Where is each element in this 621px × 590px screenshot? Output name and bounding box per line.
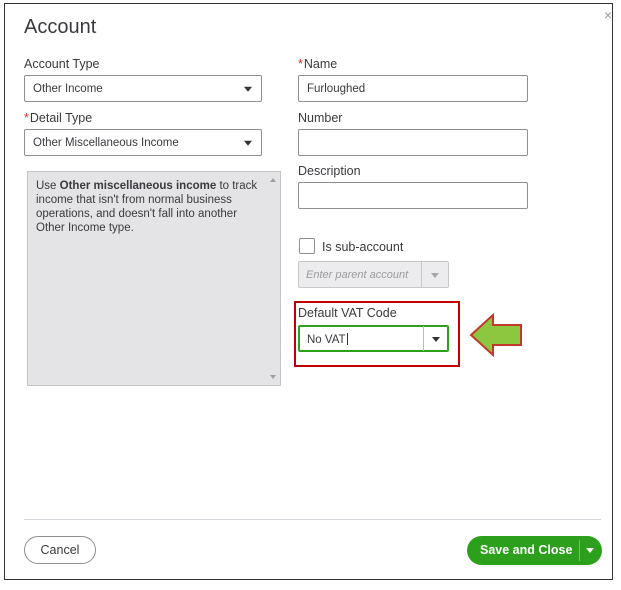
select-divider — [423, 326, 424, 351]
close-icon[interactable]: × — [604, 7, 612, 23]
name-input[interactable]: Furloughed — [298, 75, 528, 102]
detail-type-value: Other Miscellaneous Income — [33, 136, 179, 149]
vat-code-label: Default VAT Code — [298, 306, 397, 320]
chevron-down-icon — [244, 86, 252, 92]
scroll-down-icon[interactable] — [270, 375, 276, 379]
chevron-down-icon[interactable] — [586, 548, 594, 553]
parent-account-placeholder: Enter parent account — [306, 269, 409, 281]
vat-code-text: No VAT — [307, 334, 346, 346]
detail-type-select[interactable]: Other Miscellaneous Income — [24, 129, 262, 156]
detail-type-description: Use Other miscellaneous income to track … — [27, 171, 281, 386]
description-input[interactable] — [298, 182, 528, 209]
account-type-value: Other Income — [33, 82, 103, 95]
description-text: Use — [36, 180, 60, 192]
sub-account-label: Is sub-account — [322, 240, 404, 254]
number-input[interactable] — [298, 129, 528, 156]
vat-code-select[interactable]: No VAT — [298, 325, 449, 352]
sub-account-checkbox[interactable] — [299, 238, 315, 254]
cancel-button[interactable]: Cancel — [24, 536, 96, 564]
save-and-close-label: Save and Close — [480, 543, 573, 557]
pointer-arrow-icon — [469, 313, 522, 357]
name-label-text: Name — [303, 57, 338, 71]
account-type-select[interactable]: Other Income — [24, 75, 262, 102]
chevron-down-icon — [244, 140, 252, 146]
footer-divider — [24, 519, 601, 520]
vat-code-value: No VAT — [307, 333, 348, 346]
detail-type-label-text: Detail Type — [29, 111, 93, 125]
required-mark: * — [24, 111, 29, 125]
required-mark: * — [298, 57, 303, 71]
description-label: Description — [298, 164, 361, 178]
save-and-close-button[interactable]: Save and Close — [467, 536, 602, 565]
chevron-down-icon[interactable] — [432, 337, 440, 342]
split-divider — [579, 540, 580, 561]
detail-type-label: *Detail Type — [24, 111, 92, 125]
description-bold-text: Other miscellaneous income — [59, 180, 217, 192]
name-value: Furloughed — [307, 82, 366, 95]
scroll-up-icon[interactable] — [270, 178, 276, 182]
parent-account-select: Enter parent account — [298, 261, 449, 288]
chevron-down-icon — [431, 273, 439, 278]
name-label: *Name — [298, 57, 337, 71]
account-dialog: Account × Account Type Other Income *Det… — [4, 3, 613, 580]
number-label: Number — [298, 111, 343, 125]
dialog-title: Account — [24, 16, 97, 38]
select-divider — [421, 262, 422, 287]
text-cursor — [346, 333, 348, 345]
account-type-label: Account Type — [24, 57, 100, 71]
